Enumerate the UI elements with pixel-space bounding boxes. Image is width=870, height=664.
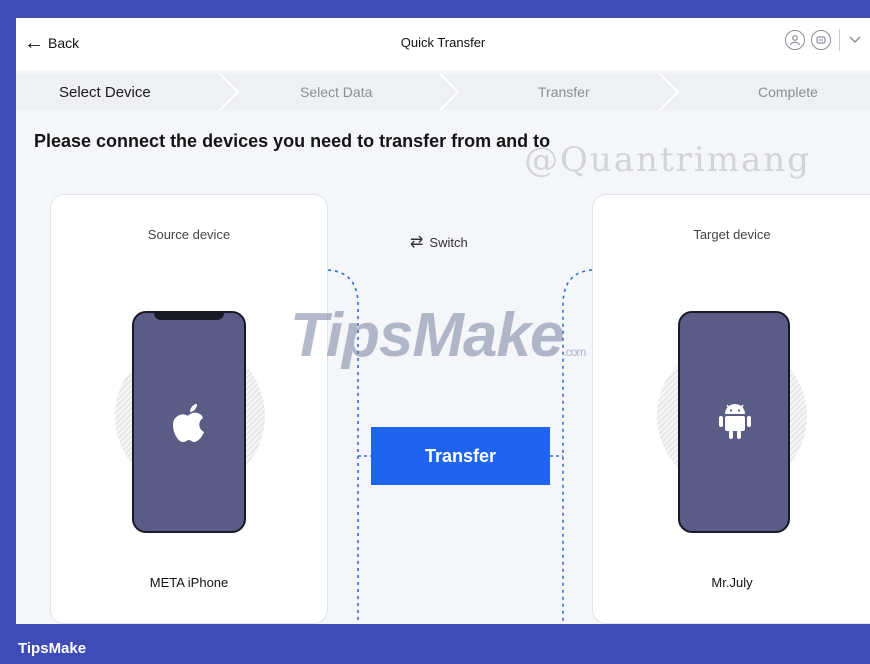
source-device-card: Source device META iPhone xyxy=(50,194,328,624)
source-device-label: Source device xyxy=(147,227,231,242)
target-device-card: Target device Mr.July xyxy=(592,194,870,624)
iphone-illustration xyxy=(132,311,246,533)
transfer-button[interactable]: Transfer xyxy=(371,427,550,485)
target-device-label: Target device xyxy=(693,227,771,242)
swap-arrows-icon: ⇄ xyxy=(410,234,424,251)
source-device-name: META iPhone xyxy=(149,575,229,590)
apple-icon xyxy=(173,404,204,442)
watermark-tipsmake: TipsMake.com xyxy=(290,300,586,371)
android-icon xyxy=(719,404,751,439)
switch-button[interactable]: ⇄ Switch xyxy=(410,232,468,252)
android-phone-illustration xyxy=(678,311,790,533)
target-device-name: Mr.July xyxy=(711,575,753,590)
footer-brand: TipsMake xyxy=(18,640,87,657)
switch-label: Switch xyxy=(429,234,468,250)
watermark-tipsmake-text: TipsMake xyxy=(290,301,564,370)
phone-notch xyxy=(154,313,224,320)
watermark-tipsmake-suffix: .com xyxy=(563,345,586,359)
